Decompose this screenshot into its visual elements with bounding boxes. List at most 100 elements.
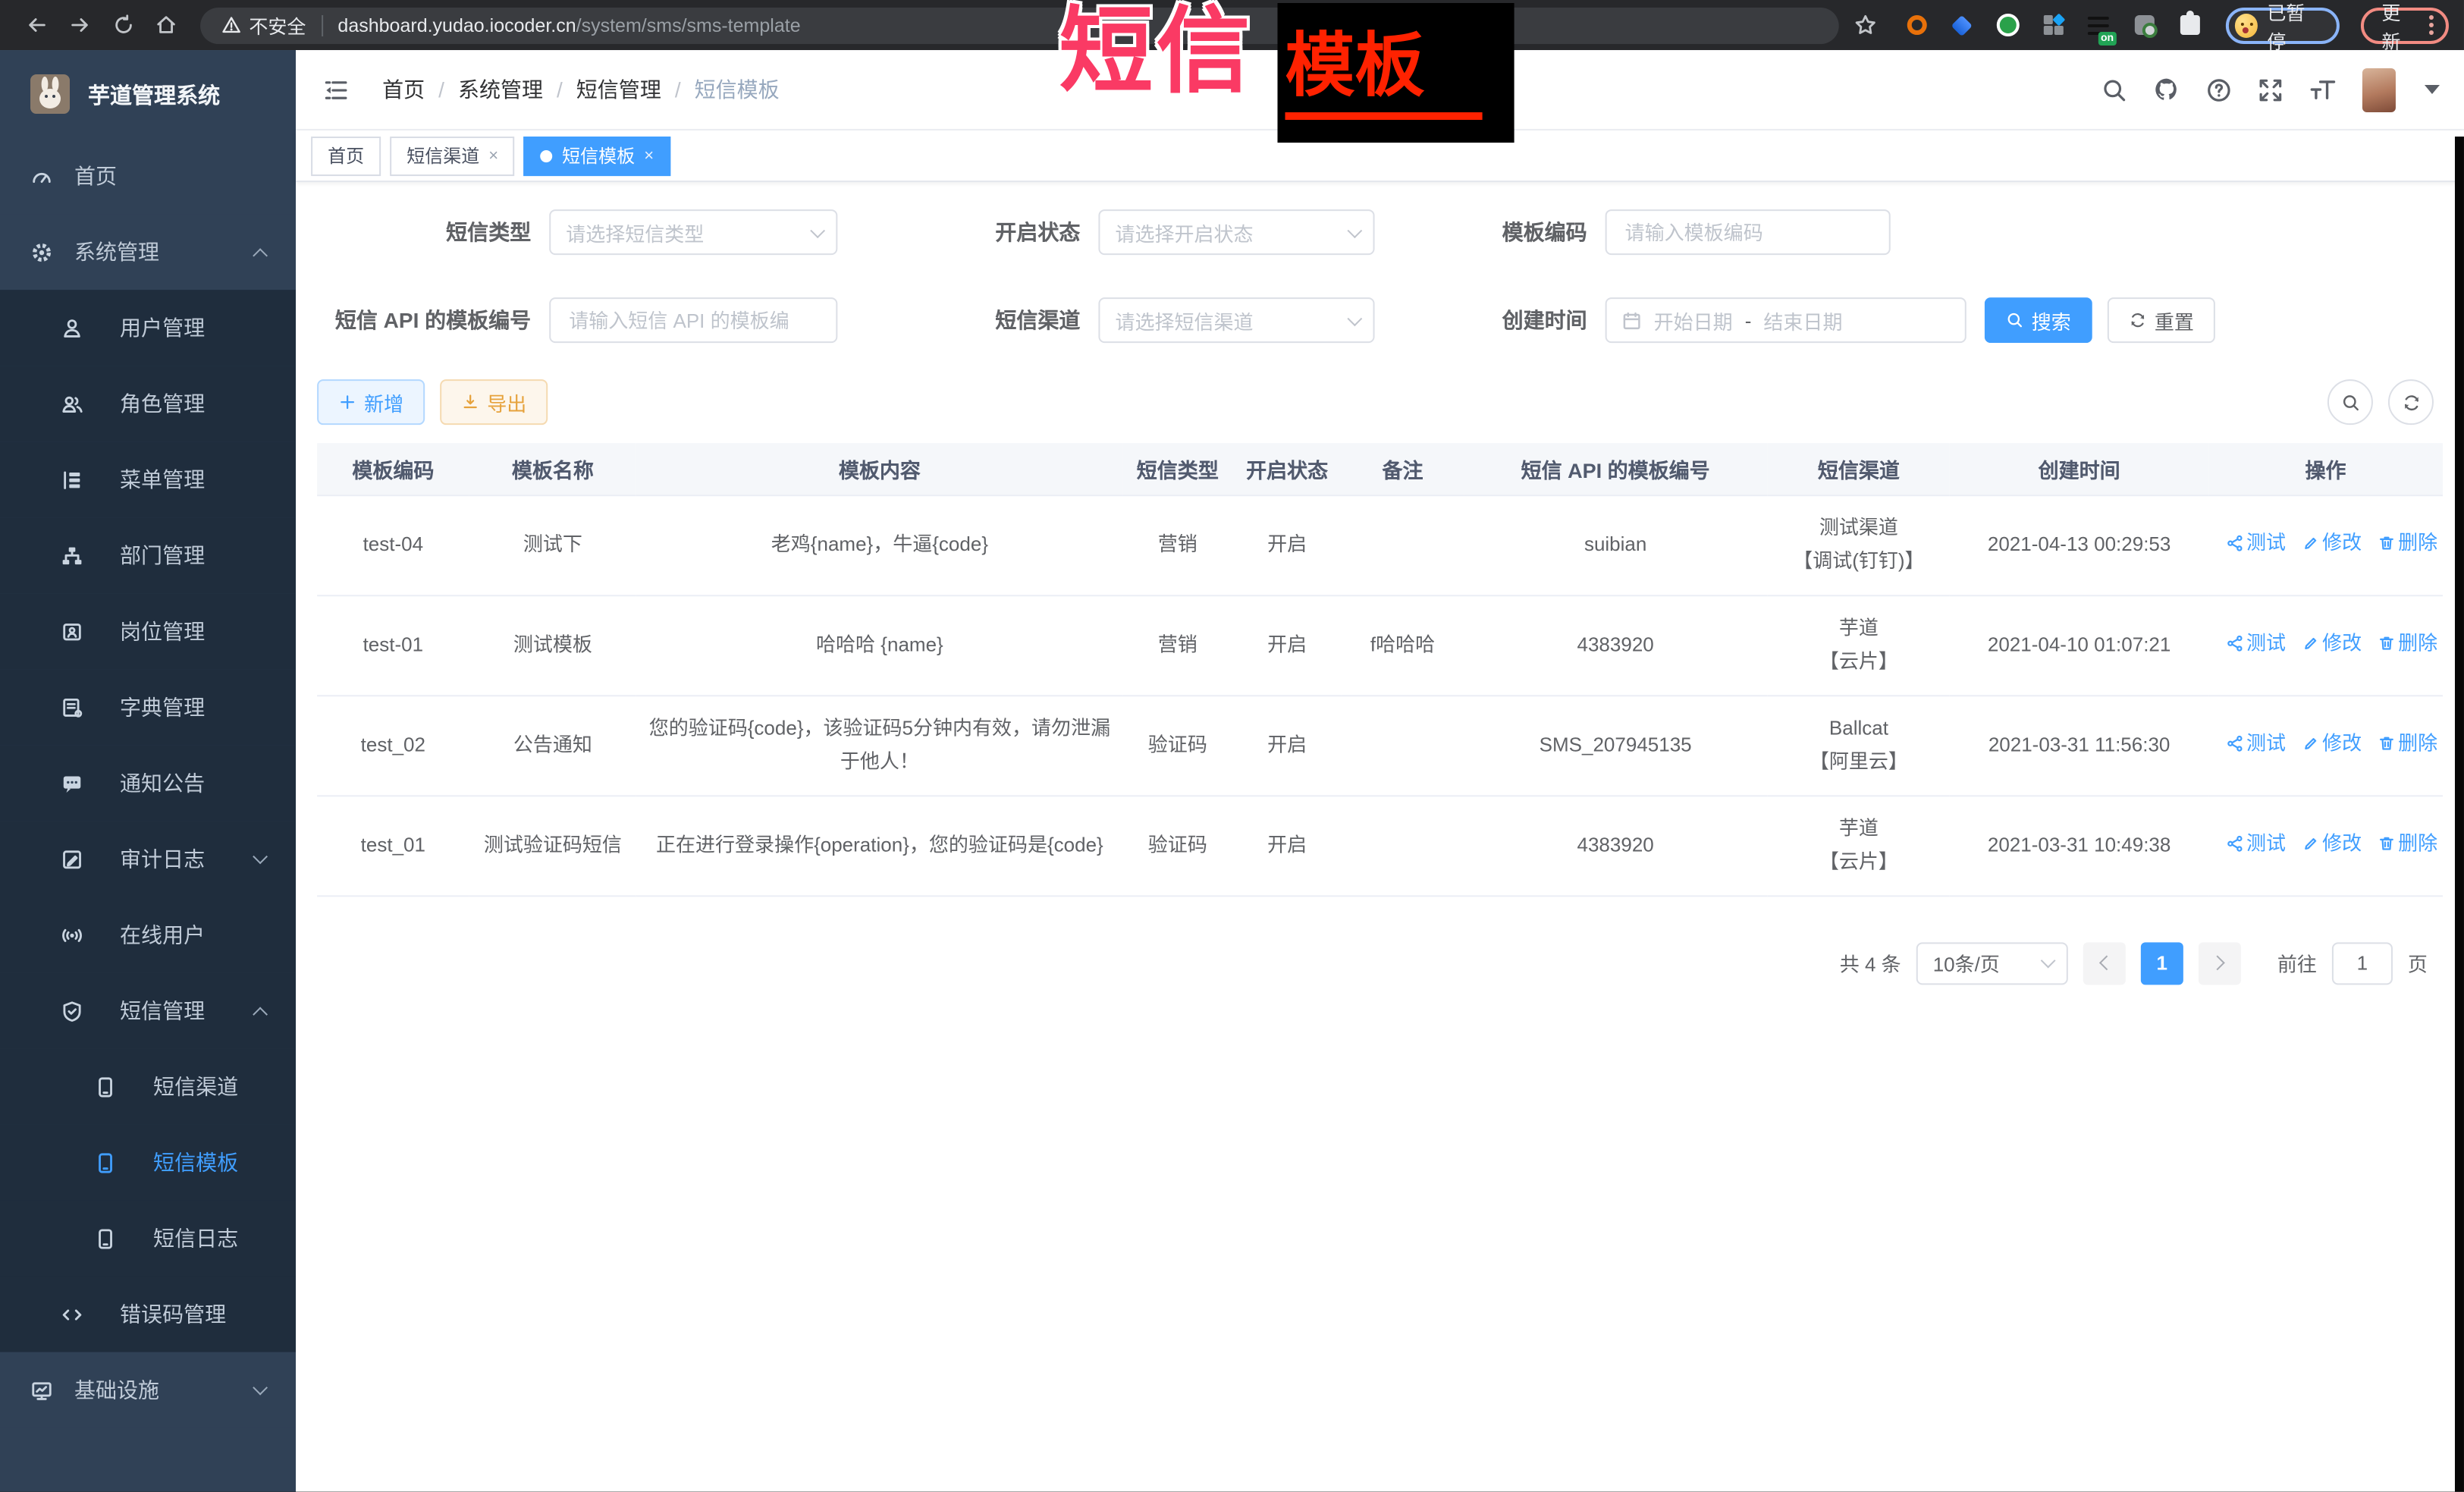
window-scrollbar[interactable] [2455, 137, 2464, 1492]
current-page-button[interactable]: 1 [2141, 941, 2183, 984]
font-size-icon[interactable] [2309, 76, 2337, 103]
sidebar-item-sms-log[interactable]: 短信日志 [0, 1200, 296, 1276]
breadcrumb-sms[interactable]: 短信管理 [576, 74, 661, 105]
extension-blob-icon[interactable] [2132, 13, 2156, 37]
export-button[interactable]: 导出 [440, 379, 548, 425]
page-size-select[interactable]: 10条/页 [1916, 941, 2068, 984]
security-warning[interactable]: 不安全 [221, 11, 306, 39]
date-range-picker[interactable]: 开始日期 - 结束日期 [1606, 297, 1966, 343]
users-icon [61, 392, 83, 415]
header-actions [2101, 68, 2440, 112]
breadcrumb-home[interactable]: 首页 [382, 74, 425, 105]
edit-link[interactable]: 修改 [2301, 526, 2362, 560]
delete-link[interactable]: 删除 [2377, 526, 2437, 560]
prev-page-button[interactable] [2083, 941, 2126, 984]
table-row: test-04 测试下 老鸡{name}，牛逼{code} 营销 开启 suib… [317, 495, 2443, 595]
page-content: 短信类型 请选择短信类型 开启状态 请选择开启状态 模板编码 短信 API 的模… [296, 182, 2464, 984]
collapse-sidebar-icon[interactable] [323, 77, 349, 102]
test-link[interactable]: 测试 [2225, 827, 2286, 860]
extension-orange-icon[interactable] [1904, 13, 1929, 37]
close-icon[interactable]: × [488, 146, 498, 165]
sidebar-item-audit-log[interactable]: 审计日志 [0, 821, 296, 897]
reset-button[interactable]: 重置 [2108, 297, 2215, 343]
header-search-icon[interactable] [2101, 77, 2127, 102]
github-icon[interactable] [2153, 76, 2180, 103]
extension-list-icon[interactable]: on [2086, 13, 2111, 37]
profile-chip[interactable]: 已暂停 [2226, 7, 2339, 43]
delete-link[interactable]: 删除 [2377, 627, 2437, 660]
sidebar-item-notice[interactable]: 通知公告 [0, 745, 296, 821]
tab-home[interactable]: 首页 [311, 136, 381, 175]
help-icon[interactable] [2206, 77, 2232, 102]
template-code-label: 模板编码 [1454, 217, 1587, 247]
sidebar-item-infrastructure[interactable]: 基础设施 [0, 1352, 296, 1428]
delete-link[interactable]: 删除 [2377, 727, 2437, 760]
sidebar-item-home[interactable]: 首页 [0, 138, 296, 214]
forward-icon[interactable] [58, 14, 102, 36]
home-icon[interactable] [145, 14, 188, 36]
url-separator [321, 14, 322, 36]
channel-select[interactable]: 请选择短信渠道 [1098, 297, 1374, 343]
fullscreen-icon[interactable] [2258, 77, 2284, 102]
sidebar-item-system[interactable]: 系统管理 [0, 214, 296, 290]
edit-link[interactable]: 修改 [2301, 727, 2362, 760]
api-template-id-label: 短信 API 的模板编号 [317, 305, 531, 335]
update-button[interactable]: 更新 [2360, 7, 2449, 43]
search-button[interactable]: 搜索 [1985, 297, 2092, 343]
on-badge: on [2098, 31, 2117, 45]
bookmark-star-icon[interactable] [1854, 14, 1877, 36]
refresh-icon-button[interactable] [2388, 379, 2434, 425]
extension-puzzle-icon[interactable] [2177, 13, 2202, 37]
pagination: 共 4 条 10条/页 1 前往 页 [317, 941, 2443, 984]
add-button[interactable]: 新增 [317, 379, 425, 425]
test-link[interactable]: 测试 [2225, 526, 2286, 560]
sidebar-item-sms-template[interactable]: 短信模板 [0, 1124, 296, 1200]
breadcrumb-system[interactable]: 系统管理 [458, 74, 543, 105]
user-icon [61, 316, 83, 339]
chevron-left-icon [2099, 955, 2114, 970]
sidebar-item-dict[interactable]: 字典管理 [0, 669, 296, 745]
api-template-id-input[interactable] [566, 307, 821, 333]
test-link[interactable]: 测试 [2225, 727, 2286, 760]
sidebar-item-sms-channel[interactable]: 短信渠道 [0, 1048, 296, 1124]
avatar-caret-icon[interactable] [2425, 85, 2440, 94]
logo-rabbit-icon [30, 74, 70, 114]
extension-kite-icon[interactable] [1950, 13, 1974, 37]
sidebar-item-error-codes[interactable]: 错误码管理 [0, 1277, 296, 1352]
next-page-button[interactable] [2199, 941, 2241, 984]
edit-link[interactable]: 修改 [2301, 827, 2362, 860]
sms-type-select[interactable]: 请选择短信类型 [549, 209, 837, 255]
extension-y-icon[interactable] [1995, 13, 2020, 37]
browser-chrome: 不安全 dashboard.yudao.iocoder.cn/system/sm… [0, 0, 2464, 50]
close-icon[interactable]: × [644, 146, 654, 165]
app-logo[interactable]: 芋道管理系统 [0, 50, 296, 138]
avatar[interactable] [2362, 68, 2396, 112]
sidebar-item-departments[interactable]: 部门管理 [0, 517, 296, 593]
reload-icon[interactable] [102, 14, 145, 36]
tab-sms-channel[interactable]: 短信渠道× [390, 136, 515, 175]
show-search-icon-button[interactable] [2327, 379, 2373, 425]
tree-menu-icon [61, 468, 83, 491]
template-code-input[interactable] [1622, 219, 1874, 245]
sidebar: 芋道管理系统 首页 系统管理 用户管理 角色管理 菜单管理 部门管理 [0, 50, 296, 1492]
table-row: test_02 公告通知 您的验证码{code}，该验证码5分钟内有效，请勿泄漏… [317, 695, 2443, 795]
sidebar-item-menus[interactable]: 菜单管理 [0, 441, 296, 517]
sidebar-item-online-users[interactable]: 在线用户 [0, 897, 296, 972]
active-tab-dot [541, 149, 553, 162]
sidebar-item-roles[interactable]: 角色管理 [0, 366, 296, 441]
tab-sms-template[interactable]: 短信模板× [524, 136, 670, 175]
dashboard-icon [30, 165, 53, 187]
extension-grid-icon[interactable] [2041, 13, 2065, 37]
test-link[interactable]: 测试 [2225, 627, 2286, 660]
status-select[interactable]: 请选择开启状态 [1098, 209, 1374, 255]
goto-page-input[interactable] [2332, 941, 2393, 984]
browser-menu-icon[interactable] [2429, 15, 2434, 35]
delete-link[interactable]: 删除 [2377, 827, 2437, 860]
sidebar-item-posts[interactable]: 岗位管理 [0, 593, 296, 669]
sidebar-item-sms[interactable]: 短信管理 [0, 972, 296, 1048]
filter-row-1: 短信类型 请选择短信类型 开启状态 请选择开启状态 模板编码 [317, 209, 2443, 255]
sidebar-item-users[interactable]: 用户管理 [0, 290, 296, 366]
url-bar[interactable]: 不安全 dashboard.yudao.iocoder.cn/system/sm… [200, 7, 1839, 43]
back-icon[interactable] [15, 14, 58, 36]
edit-link[interactable]: 修改 [2301, 627, 2362, 660]
